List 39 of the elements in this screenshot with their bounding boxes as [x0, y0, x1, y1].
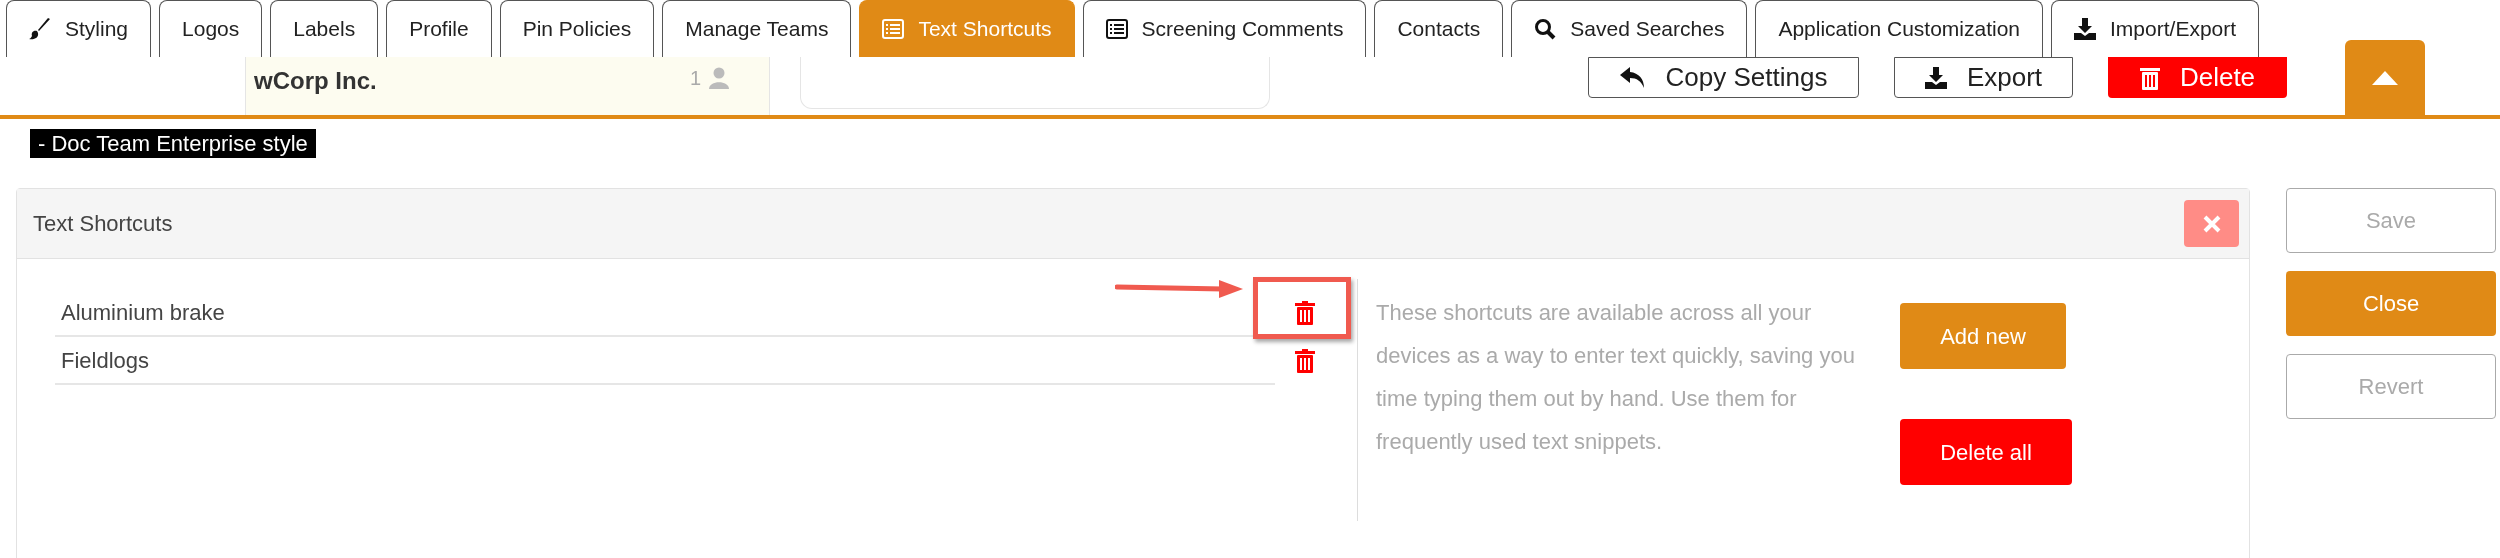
delete-shortcut-button[interactable]: [1295, 301, 1315, 325]
delete-shortcut-button[interactable]: [1295, 349, 1315, 373]
list-icon: [882, 19, 905, 39]
member-count: 1: [689, 66, 701, 91]
trash-icon: [1295, 349, 1315, 373]
tab[interactable]: Saved Searches: [1511, 0, 1748, 57]
description-text: These shortcuts are available across all your devices as a way to enter text quickly, saving you time typing them out by hand. Use them for frequently used text snippets.: [1375, 299, 1856, 456]
close-icon: [2202, 214, 2221, 233]
shortcut-item[interactable]: Aluminium brake: [55, 289, 1275, 337]
tab[interactable]: Import/Export: [2051, 0, 2260, 57]
collapse-button[interactable]: [2345, 40, 2425, 115]
tab[interactable]: Screening Comments: [1082, 0, 1367, 57]
delete-button[interactable]: Delete: [2108, 57, 2287, 98]
tab[interactable]: Logos: [159, 0, 263, 57]
search-icon: [1534, 18, 1557, 40]
export-button[interactable]: Export: [1894, 57, 2073, 98]
tab[interactable]: Contacts: [1374, 0, 1504, 57]
download-icon: [2074, 18, 2097, 40]
download-icon: [1924, 66, 1947, 89]
tab[interactable]: Manage Teams: [662, 0, 852, 57]
panel-title: Text Shortcuts: [33, 210, 173, 238]
close-button[interactable]: [2184, 200, 2239, 247]
style-label: - Doc Team Enterprise style: [30, 129, 316, 158]
delete-all-button[interactable]: Delete all: [1900, 419, 2072, 485]
person-icon: [709, 67, 729, 89]
team-name: wCorp Inc.: [254, 66, 377, 96]
trash-icon: [1295, 301, 1315, 325]
tab[interactable]: Application Customization: [1755, 0, 2044, 57]
trash-icon: [2139, 65, 2160, 90]
tab[interactable]: Styling: [6, 0, 152, 57]
tab[interactable]: Pin Policies: [499, 0, 655, 57]
list-icon: [1105, 19, 1128, 39]
shortcut-item[interactable]: Fieldlogs: [55, 337, 1275, 385]
tab[interactable]: Profile: [386, 0, 492, 57]
brush-icon: [29, 18, 51, 40]
tab[interactable]: Labels: [270, 0, 379, 57]
caret-up-icon: [2372, 70, 2398, 85]
copy-settings-button[interactable]: Copy Settings: [1588, 57, 1859, 98]
undo-icon: [1619, 66, 1646, 89]
